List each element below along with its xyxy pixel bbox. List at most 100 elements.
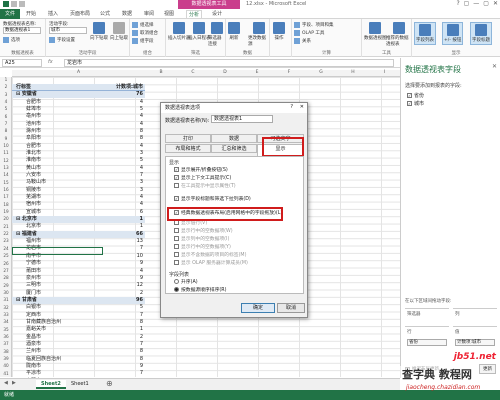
- row-header[interactable]: 12: [0, 158, 12, 163]
- formula-input[interactable]: 龙岩市: [64, 59, 394, 67]
- fx-icon[interactable]: fx: [48, 59, 53, 65]
- row-header[interactable]: 4: [0, 99, 12, 104]
- checkbox-checked-icon[interactable]: ✓: [407, 101, 412, 106]
- column-header[interactable]: A: [12, 70, 145, 75]
- row-header[interactable]: 24: [0, 246, 12, 251]
- row-header[interactable]: 1: [0, 77, 12, 82]
- add-sheet-icon[interactable]: ⊕: [106, 379, 113, 388]
- row-header[interactable]: 38: [0, 349, 12, 354]
- row-header[interactable]: 35: [0, 327, 12, 332]
- pivot-city-row[interactable]: 兰州市 8: [12, 348, 145, 355]
- sheet-tab-sheet1[interactable]: Sheet1: [66, 380, 94, 389]
- tab-home[interactable]: 开始: [26, 10, 36, 17]
- row-header[interactable]: 25: [0, 253, 12, 258]
- minimize-icon[interactable]: —: [473, 0, 479, 7]
- row-header[interactable]: 29: [0, 283, 12, 288]
- row-header[interactable]: 27: [0, 268, 12, 273]
- pivot-city-row[interactable]: 平凉市 7: [12, 370, 145, 377]
- cancel-button[interactable]: 取消: [277, 303, 305, 313]
- row-header[interactable]: 14: [0, 172, 12, 177]
- pivot-city-row[interactable]: 池州市 4: [12, 121, 145, 128]
- drill-down-button[interactable]: 向下钻取: [90, 22, 108, 41]
- selected-cell[interactable]: [12, 247, 103, 255]
- row-header[interactable]: 9: [0, 136, 12, 141]
- pivot-city-row[interactable]: 合肥市 4: [12, 99, 145, 106]
- row-header[interactable]: 22: [0, 231, 12, 236]
- name-box[interactable]: A25: [2, 59, 42, 67]
- pivot-chart-button[interactable]: 数据透视图: [364, 22, 387, 41]
- tab-review[interactable]: 审阅: [144, 10, 154, 17]
- pivot-city-row[interactable]: 滁州市 8: [12, 128, 145, 135]
- pivot-city-row[interactable]: 宿州市 4: [12, 201, 145, 208]
- tab-analyze[interactable]: 分析: [186, 10, 203, 18]
- refresh-button[interactable]: 刷新: [228, 22, 240, 41]
- column-header[interactable]: E: [241, 70, 273, 75]
- dialog-close-icon[interactable]: ✕: [300, 104, 304, 110]
- pivot-city-row[interactable]: 合肥市 4: [12, 143, 145, 150]
- pivot-city-row[interactable]: 厦门市 2: [12, 290, 145, 297]
- ungroup-button[interactable]: 取消组合: [132, 30, 158, 36]
- checkbox-checked-icon[interactable]: ✓: [174, 167, 179, 172]
- checkbox-checked-icon[interactable]: ✓: [174, 175, 179, 180]
- row-header[interactable]: 30: [0, 290, 12, 295]
- radio-source-order[interactable]: 按数据源顺序排序(R): [174, 286, 226, 293]
- row-header[interactable]: 11: [0, 150, 12, 155]
- column-header[interactable]: F: [273, 70, 305, 75]
- pivot-city-row[interactable]: 陇南市 9: [12, 363, 145, 370]
- pivot-city-row[interactable]: 北京市 1: [12, 223, 145, 230]
- row-header[interactable]: 26: [0, 261, 12, 266]
- tab-insert[interactable]: 插入: [48, 10, 58, 17]
- column-header[interactable]: G: [305, 70, 337, 75]
- row-header[interactable]: 21: [0, 224, 12, 229]
- fields-items-button[interactable]: 字段、项目和集: [294, 22, 334, 28]
- relationships-button[interactable]: 关系: [294, 38, 311, 44]
- pivot-city-row[interactable]: 泉州市 9: [12, 275, 145, 282]
- pivot-city-row[interactable]: 宣城市 6: [12, 209, 145, 216]
- pivot-city-row[interactable]: 定西市 7: [12, 312, 145, 319]
- pivot-city-row[interactable]: 临夏回族自治州 8: [12, 356, 145, 363]
- panel-close-icon[interactable]: ✕: [492, 63, 497, 70]
- values-field-tag[interactable]: 计数项:城市: [455, 339, 495, 346]
- radio-icon[interactable]: [174, 279, 179, 284]
- pivot-province-row[interactable]: ⊟ 甘肃省 96: [12, 296, 145, 304]
- row-header[interactable]: 37: [0, 341, 12, 346]
- row-header[interactable]: 36: [0, 334, 12, 339]
- ok-button[interactable]: 确定: [241, 303, 275, 313]
- pivot-city-row[interactable]: 嘉峪关市 1: [12, 326, 145, 333]
- pivot-city-row[interactable]: 宁德市 9: [12, 260, 145, 267]
- tab-print[interactable]: 打印: [165, 134, 211, 143]
- change-source-button[interactable]: 更改数据源: [248, 22, 269, 47]
- group-selection-button[interactable]: 组选择: [132, 22, 154, 28]
- row-header[interactable]: 7: [0, 121, 12, 126]
- pivot-province-row[interactable]: ⊟ 福建省 66: [12, 230, 145, 238]
- column-header[interactable]: B: [145, 70, 177, 75]
- olap-tools-button[interactable]: OLAP 工具: [294, 30, 324, 36]
- tab-formulas[interactable]: 公式: [100, 10, 110, 17]
- help-icon[interactable]: ?: [456, 0, 459, 7]
- radio-ascending[interactable]: 升序(A): [174, 278, 198, 285]
- filter-connections-button[interactable]: 筛选器连接: [208, 22, 225, 47]
- pivot-header-row[interactable]: 行标签 计数项:城市: [12, 84, 145, 91]
- field-item-province[interactable]: ✓ 省份: [407, 92, 424, 99]
- tab-view[interactable]: 视图: [164, 10, 174, 17]
- tab-totals-filters[interactable]: 汇总和筛选: [211, 144, 257, 153]
- checkbox-checked-icon[interactable]: ✓: [174, 196, 179, 201]
- row-header[interactable]: 19: [0, 209, 12, 214]
- row-header[interactable]: 28: [0, 275, 12, 280]
- tab-file[interactable]: 文件: [0, 9, 20, 19]
- option-checkbox-row[interactable]: ✓ 显示字段标题和筛选下拉列表(D): [174, 195, 251, 202]
- row-header[interactable]: 2: [0, 84, 12, 89]
- pivot-city-row[interactable]: 马鞍山市 3: [12, 179, 145, 186]
- row-header[interactable]: 39: [0, 356, 12, 361]
- pivot-header-label[interactable]: 行标签: [16, 84, 31, 91]
- group-field-button[interactable]: 组字段: [132, 38, 154, 44]
- active-field-input[interactable]: 城市: [49, 27, 87, 34]
- pivot-province-row[interactable]: ⊟ 安徽省 76: [12, 91, 145, 99]
- row-header[interactable]: 15: [0, 180, 12, 185]
- dialog-help-icon[interactable]: ?: [290, 104, 293, 110]
- row-header[interactable]: 34: [0, 319, 12, 324]
- pivot-city-row[interactable]: 亳州市 4: [12, 113, 145, 120]
- pivot-city-row[interactable]: 淮南市 5: [12, 157, 145, 164]
- column-header[interactable]: C: [177, 70, 209, 75]
- row-header[interactable]: 40: [0, 363, 12, 368]
